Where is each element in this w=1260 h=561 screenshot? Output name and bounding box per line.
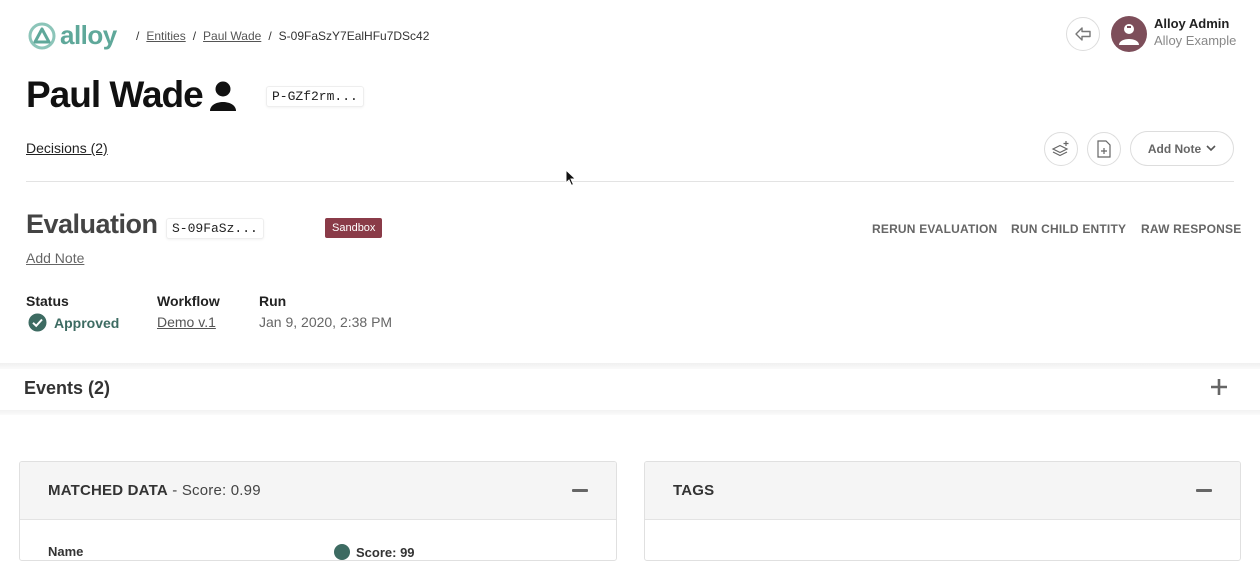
evaluation-code-chip[interactable]: S-09FaSz... [166, 218, 264, 239]
avatar[interactable] [1111, 16, 1147, 52]
raw-response-button[interactable]: RAW RESPONSE [1141, 222, 1241, 236]
matched-data-panel: MATCHED DATA - Score: 0.99 Name Score: 9… [19, 461, 617, 561]
status-label: Status [26, 293, 69, 309]
status-text: Approved [54, 314, 120, 331]
add-note-button-label: Add Note [1147, 141, 1202, 156]
breadcrumb-entity[interactable]: Paul Wade [203, 29, 261, 43]
plus-icon [1211, 379, 1227, 395]
matched-row-score: Score: 99 [334, 544, 415, 560]
matched-data-title: MATCHED DATA - Score: 0.99 [48, 482, 261, 499]
section-separator [0, 410, 1260, 415]
divider [26, 181, 1234, 182]
add-note-dropdown-button[interactable]: Add Note [1130, 131, 1234, 166]
check-circle-icon [28, 313, 47, 332]
check-circle-icon [334, 544, 350, 560]
document-add-icon [1097, 140, 1111, 158]
collapse-tags-button[interactable] [1196, 489, 1212, 492]
tags-panel: TAGS [644, 461, 1241, 561]
tags-title: TAGS [673, 482, 715, 499]
back-button[interactable] [1066, 17, 1100, 51]
matched-row-label: Name [48, 544, 84, 559]
rerun-evaluation-button[interactable]: RERUN EVALUATION [872, 222, 997, 236]
alloy-logo-icon [28, 22, 56, 49]
breadcrumb: / Entities / Paul Wade / S-09FaSzY7EalHF… [136, 29, 430, 43]
status-value: Approved [28, 313, 119, 332]
layers-add-icon [1051, 141, 1069, 157]
section-separator [0, 363, 1260, 369]
breadcrumb-entities[interactable]: Entities [146, 29, 185, 43]
tags-header: TAGS [645, 462, 1240, 520]
matched-score: - Score: 0.99 [167, 482, 261, 499]
arrow-left-icon [1075, 27, 1091, 41]
logo-text: alloy [60, 20, 117, 50]
chevron-down-icon [1206, 145, 1216, 152]
sandbox-badge: Sandbox [325, 218, 383, 238]
add-note-link[interactable]: Add Note [26, 250, 84, 266]
add-document-button[interactable] [1087, 132, 1121, 166]
decisions-link[interactable]: Decisions (2) [26, 140, 108, 156]
run-child-entity-button[interactable]: RUN CHILD ENTITY [1011, 222, 1126, 236]
run-timestamp: Jan 9, 2020, 2:38 PM [259, 314, 393, 330]
breadcrumb-current: S-09FaSzY7EalHFu7DSc42 [278, 29, 430, 43]
run-label: Run [259, 293, 287, 309]
expand-events-button[interactable] [1208, 376, 1230, 403]
entity-code-chip[interactable]: P-GZf2rm... [266, 86, 364, 107]
events-header[interactable]: Events (2) [24, 378, 110, 399]
layers-add-button[interactable] [1044, 132, 1078, 166]
alloy-logo[interactable]: alloy [28, 20, 117, 51]
entity-name: Paul Wade [26, 74, 204, 115]
user-avatar-icon [1119, 24, 1139, 45]
workflow-link[interactable]: Demo v.1 [157, 314, 216, 330]
mouse-cursor-icon [565, 168, 577, 192]
person-icon [208, 80, 238, 117]
workflow-label: Workflow [157, 293, 220, 309]
collapse-matched-data-button[interactable] [572, 489, 588, 492]
user-name: Alloy Admin [1154, 16, 1230, 31]
evaluation-title: Evaluation [26, 209, 158, 239]
matched-data-header: MATCHED DATA - Score: 0.99 [20, 462, 616, 520]
user-org: Alloy Example [1154, 33, 1237, 48]
